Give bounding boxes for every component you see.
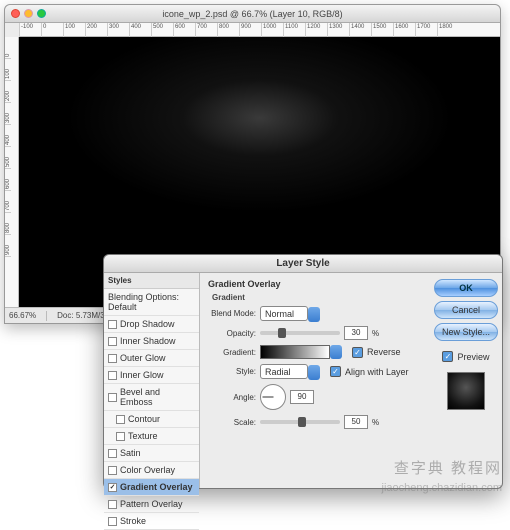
preview-checkbox[interactable] [442, 351, 453, 362]
effect-label: Outer Glow [120, 353, 166, 363]
effect-label: Satin [120, 448, 141, 458]
checkbox-icon[interactable] [108, 483, 117, 492]
style-outer-glow[interactable]: Outer Glow [104, 350, 199, 367]
chevron-updown-icon: ▲▼ [312, 367, 318, 377]
layer-style-dialog: Layer Style Styles Blending Options: Def… [103, 254, 503, 489]
styles-header[interactable]: Styles [104, 273, 199, 289]
gradient-overlay-panel: Gradient Overlay Gradient Blend Mode: No… [200, 273, 430, 488]
checkbox-icon[interactable] [108, 393, 117, 402]
checkbox-icon[interactable] [108, 517, 117, 526]
checkbox-icon[interactable] [108, 466, 117, 475]
checkbox-icon[interactable] [108, 500, 117, 509]
style-bevel-and-emboss[interactable]: Bevel and Emboss [104, 384, 199, 411]
checkbox-icon[interactable] [108, 449, 117, 458]
effect-label: Color Overlay [120, 465, 175, 475]
blend-mode-select[interactable]: Normal ▲▼ [260, 306, 308, 321]
dialog-buttons: OK Cancel New Style... Preview [430, 273, 502, 488]
angle-label: Angle: [208, 393, 256, 402]
style-inner-glow[interactable]: Inner Glow [104, 367, 199, 384]
watermark-cn: 查字典 教程网 [394, 457, 502, 478]
opacity-unit: % [372, 329, 379, 338]
gradient-label: Gradient: [208, 348, 256, 357]
effect-label: Contour [128, 414, 160, 424]
checkbox-icon[interactable] [108, 337, 117, 346]
checkbox-icon[interactable] [108, 371, 117, 380]
style-contour[interactable]: Contour [104, 411, 199, 428]
style-gradient-overlay[interactable]: Gradient Overlay [104, 479, 199, 496]
blending-label: Blending Options: Default [108, 292, 195, 312]
blending-options-default[interactable]: Blending Options: Default [104, 289, 199, 316]
effect-label: Inner Glow [120, 370, 164, 380]
gradient-swatch[interactable] [260, 345, 330, 359]
window-title: icone_wp_2.psd @ 66.7% (Layer 10, RGB/8) [5, 9, 500, 19]
align-label: Align with Layer [345, 367, 409, 377]
align-checkbox[interactable] [330, 366, 341, 377]
style-inner-shadow[interactable]: Inner Shadow [104, 333, 199, 350]
scale-value[interactable]: 50 [344, 415, 368, 429]
effect-label: Stroke [120, 516, 146, 526]
effect-label: Inner Shadow [120, 336, 176, 346]
styles-list: Styles Blending Options: Default Drop Sh… [104, 273, 200, 488]
cancel-button[interactable]: Cancel [434, 301, 498, 319]
style-texture[interactable]: Texture [104, 428, 199, 445]
reverse-checkbox[interactable] [352, 347, 363, 358]
panel-heading: Gradient Overlay [208, 279, 422, 289]
scale-unit: % [372, 418, 379, 427]
style-select[interactable]: Radial ▲▼ [260, 364, 308, 379]
style-color-overlay[interactable]: Color Overlay [104, 462, 199, 479]
checkbox-icon[interactable] [108, 320, 117, 329]
dialog-title: Layer Style [104, 255, 502, 273]
style-stroke[interactable]: Stroke [104, 513, 199, 530]
angle-value[interactable]: 90 [290, 390, 314, 404]
ok-button[interactable]: OK [434, 279, 498, 297]
effect-label: Bevel and Emboss [120, 387, 195, 407]
opacity-value[interactable]: 30 [344, 326, 368, 340]
opacity-slider[interactable] [260, 331, 340, 335]
blend-mode-label: Blend Mode: [208, 309, 256, 318]
style-satin[interactable]: Satin [104, 445, 199, 462]
chevron-updown-icon: ▲▼ [312, 309, 318, 319]
style-pattern-overlay[interactable]: Pattern Overlay [104, 496, 199, 513]
angle-dial[interactable] [260, 384, 286, 410]
effect-label: Texture [128, 431, 158, 441]
style-label: Style: [208, 367, 256, 376]
window-titlebar[interactable]: icone_wp_2.psd @ 66.7% (Layer 10, RGB/8) [5, 5, 500, 23]
zoom-level[interactable]: 66.67% [9, 311, 36, 320]
vertical-ruler[interactable]: 0100200300400500600700800900 [5, 37, 19, 307]
effect-label: Gradient Overlay [120, 482, 193, 492]
style-drop-shadow[interactable]: Drop Shadow [104, 316, 199, 333]
reverse-label: Reverse [367, 347, 401, 357]
scale-slider[interactable] [260, 420, 340, 424]
preview-label: Preview [457, 352, 489, 362]
checkbox-icon[interactable] [108, 354, 117, 363]
opacity-label: Opacity: [208, 329, 256, 338]
effect-label: Drop Shadow [120, 319, 175, 329]
panel-subheading: Gradient [212, 293, 422, 302]
new-style-button[interactable]: New Style... [434, 323, 498, 341]
checkbox-icon[interactable] [116, 415, 125, 424]
scale-label: Scale: [208, 418, 256, 427]
checkbox-icon[interactable] [116, 432, 125, 441]
watermark-en: jiaocheng.chazidian.com [382, 482, 502, 494]
effect-label: Pattern Overlay [120, 499, 183, 509]
horizontal-ruler[interactable]: -100010020030040050060070080090010001100… [19, 23, 500, 37]
preview-swatch [447, 372, 485, 410]
divider [46, 311, 47, 321]
